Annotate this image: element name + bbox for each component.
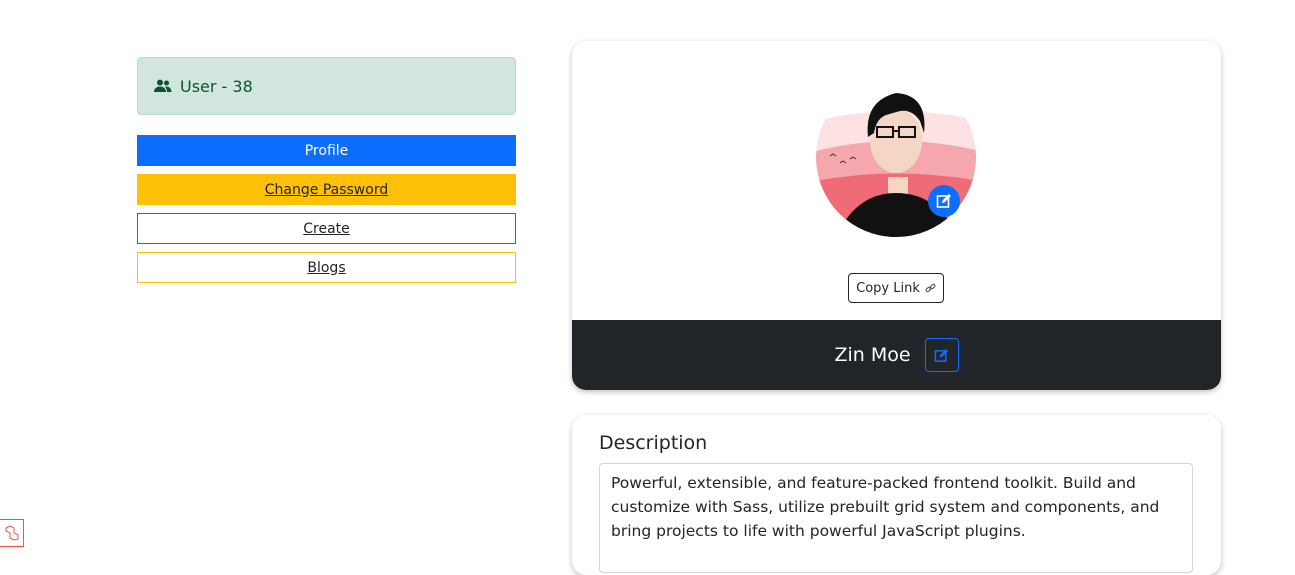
users-icon	[154, 79, 172, 92]
user-count-label: User - 38	[180, 76, 253, 96]
profile-card: Copy Link Zin Moe	[572, 41, 1221, 390]
copy-link-label: Copy Link	[856, 280, 920, 296]
profile-name: Zin Moe	[834, 344, 911, 366]
edit-icon	[936, 194, 951, 208]
copy-link-button[interactable]: Copy Link	[848, 273, 944, 303]
description-textarea[interactable]: Powerful, extensible, and feature-packed…	[599, 463, 1193, 573]
link-icon	[925, 283, 936, 292]
edit-name-button[interactable]	[924, 338, 959, 372]
avatar	[816, 81, 980, 237]
profile-name-bar: Zin Moe	[572, 320, 1221, 390]
blogs-button[interactable]: Blogs	[137, 252, 516, 283]
description-title: Description	[599, 432, 708, 454]
profile-button[interactable]: Profile	[137, 135, 516, 166]
create-button[interactable]: Create	[137, 213, 516, 244]
description-card: Description Powerful, extensible, and fe…	[572, 415, 1221, 575]
avatar-edit-button[interactable]	[928, 185, 960, 217]
user-count-alert: User - 38	[137, 57, 516, 115]
change-password-button[interactable]: Change Password	[137, 174, 516, 205]
laravel-logo-icon	[0, 519, 24, 547]
edit-icon	[934, 348, 949, 362]
